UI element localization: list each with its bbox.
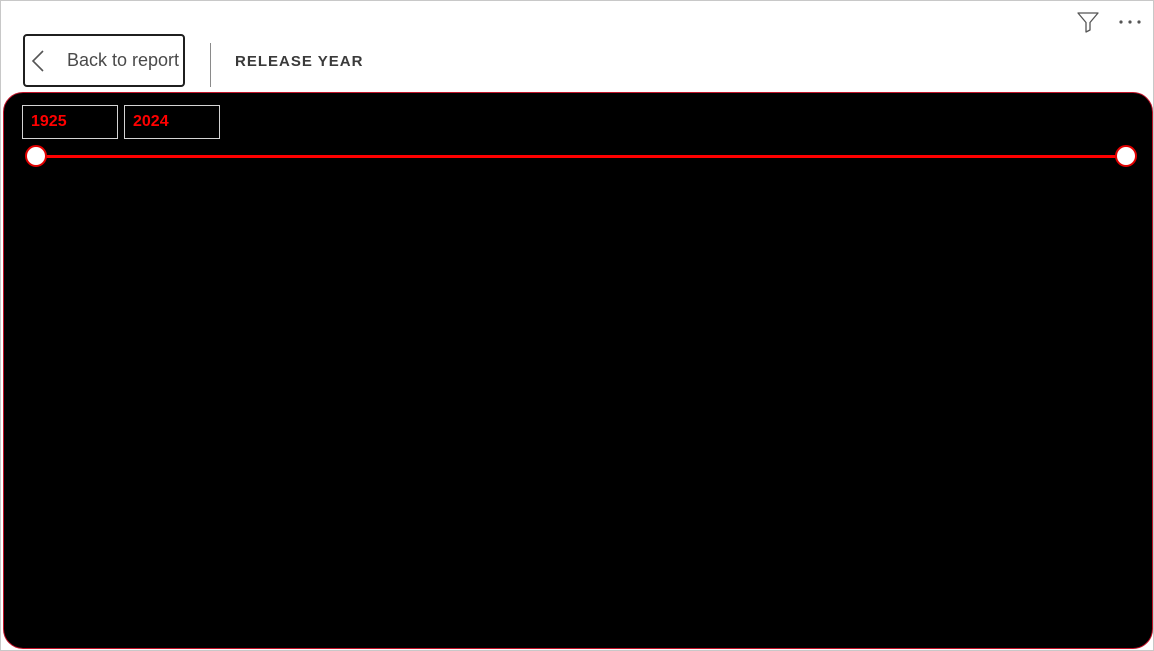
visual-header-icons (1075, 9, 1143, 35)
chevron-left-icon (31, 48, 47, 74)
slider-selected-range (36, 155, 1126, 158)
filter-icon[interactable] (1075, 9, 1101, 35)
end-year-input[interactable]: 2024 (124, 105, 220, 139)
back-to-report-button[interactable]: Back to report (23, 34, 185, 87)
release-year-slicer: 1925 2024 (3, 92, 1153, 649)
start-year-input[interactable]: 1925 (22, 105, 118, 139)
slider-end-handle[interactable] (1115, 145, 1137, 167)
visual-title: RELEASE YEAR (235, 53, 364, 70)
slider-start-handle[interactable] (25, 145, 47, 167)
back-button-label: Back to report (67, 50, 180, 70)
visual-focus-frame: Back to report RELEASE YEAR 1925 2024 (0, 0, 1154, 651)
more-options-icon[interactable] (1117, 9, 1143, 35)
header-divider (210, 43, 211, 87)
slider-track[interactable] (36, 155, 1126, 158)
